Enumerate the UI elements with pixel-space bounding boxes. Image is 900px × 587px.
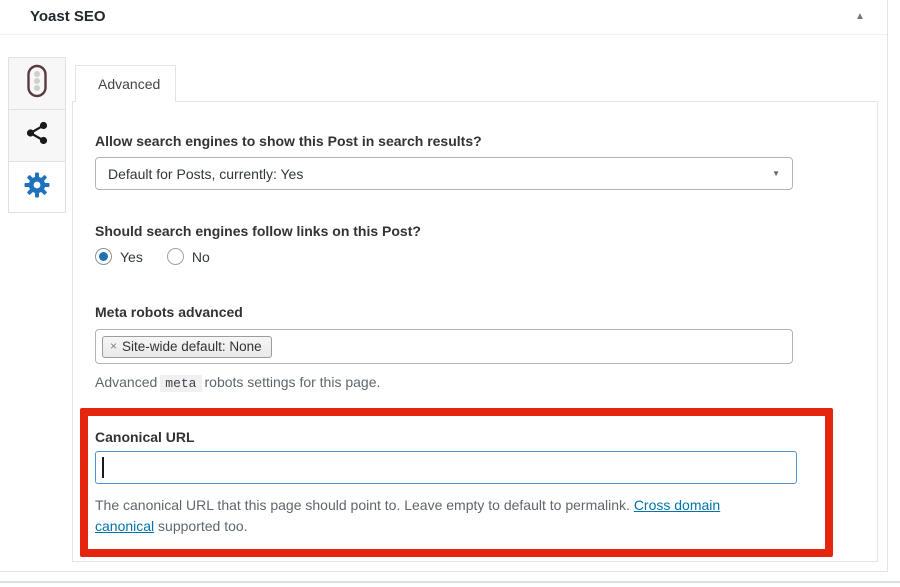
meta-robots-help-suffix: robots settings for this page.: [205, 374, 381, 390]
bottom-separator-line: [0, 581, 900, 583]
canonical-url-label: Canonical URL: [95, 429, 195, 445]
tab-cover: [76, 99, 175, 103]
canonical-help: The canonical URL that this page should …: [95, 495, 750, 537]
radio-option-yes[interactable]: Yes: [95, 248, 143, 265]
meta-robots-help-prefix: Advanced: [95, 374, 157, 390]
metabox-title: Yoast SEO: [30, 8, 106, 25]
sidebar-item-seo-analysis[interactable]: [8, 57, 66, 109]
radio-no-label: No: [192, 249, 210, 265]
search-visibility-selected-value: Default for Posts, currently: Yes: [108, 166, 303, 182]
meta-robots-chip: × Site-wide default: None: [102, 336, 272, 358]
collapse-toggle-button[interactable]: ▲: [845, 4, 875, 30]
canonical-help-after: supported too.: [154, 518, 247, 534]
sidebar-item-advanced-settings[interactable]: [8, 161, 66, 213]
text-cursor: [102, 457, 104, 478]
tab-advanced-label: Advanced: [98, 76, 160, 92]
radio-yes-label: Yes: [120, 249, 143, 265]
traffic-light-icon: [25, 64, 49, 103]
metabox-header: Yoast SEO ▲: [0, 0, 887, 35]
canonical-url-input[interactable]: [95, 451, 797, 484]
meta-robots-label: Meta robots advanced: [95, 304, 243, 320]
chevron-down-icon: ▼: [772, 169, 780, 178]
tab-advanced[interactable]: Advanced: [75, 65, 176, 102]
search-visibility-select[interactable]: Default for Posts, currently: Yes ▼: [95, 157, 793, 190]
radio-yes-circle[interactable]: [95, 248, 112, 265]
metabox-frame: Yoast SEO ▲: [0, 0, 888, 572]
canonical-help-before: The canonical URL that this page should …: [95, 497, 634, 513]
meta-robots-input[interactable]: × Site-wide default: None: [95, 329, 793, 364]
yoast-seo-metabox: Yoast SEO ▲: [0, 0, 900, 587]
chip-label: Site-wide default: None: [122, 339, 262, 354]
radio-no-circle[interactable]: [167, 248, 184, 265]
sidebar-icon-tabs: [8, 57, 66, 213]
radio-option-no[interactable]: No: [167, 248, 210, 265]
meta-robots-help: Advancedmetarobots settings for this pag…: [95, 372, 380, 394]
follow-links-label: Should search engines follow links on th…: [95, 223, 421, 239]
chip-remove-icon[interactable]: ×: [110, 339, 117, 353]
share-icon: [24, 120, 50, 151]
collapse-arrow-icon: ▲: [855, 11, 865, 22]
meta-robots-help-code: meta: [160, 375, 201, 392]
follow-links-radio-group: Yes No: [95, 248, 210, 265]
sidebar-item-social[interactable]: [8, 109, 66, 161]
search-visibility-label: Allow search engines to show this Post i…: [95, 133, 482, 149]
gear-icon: [23, 171, 51, 204]
